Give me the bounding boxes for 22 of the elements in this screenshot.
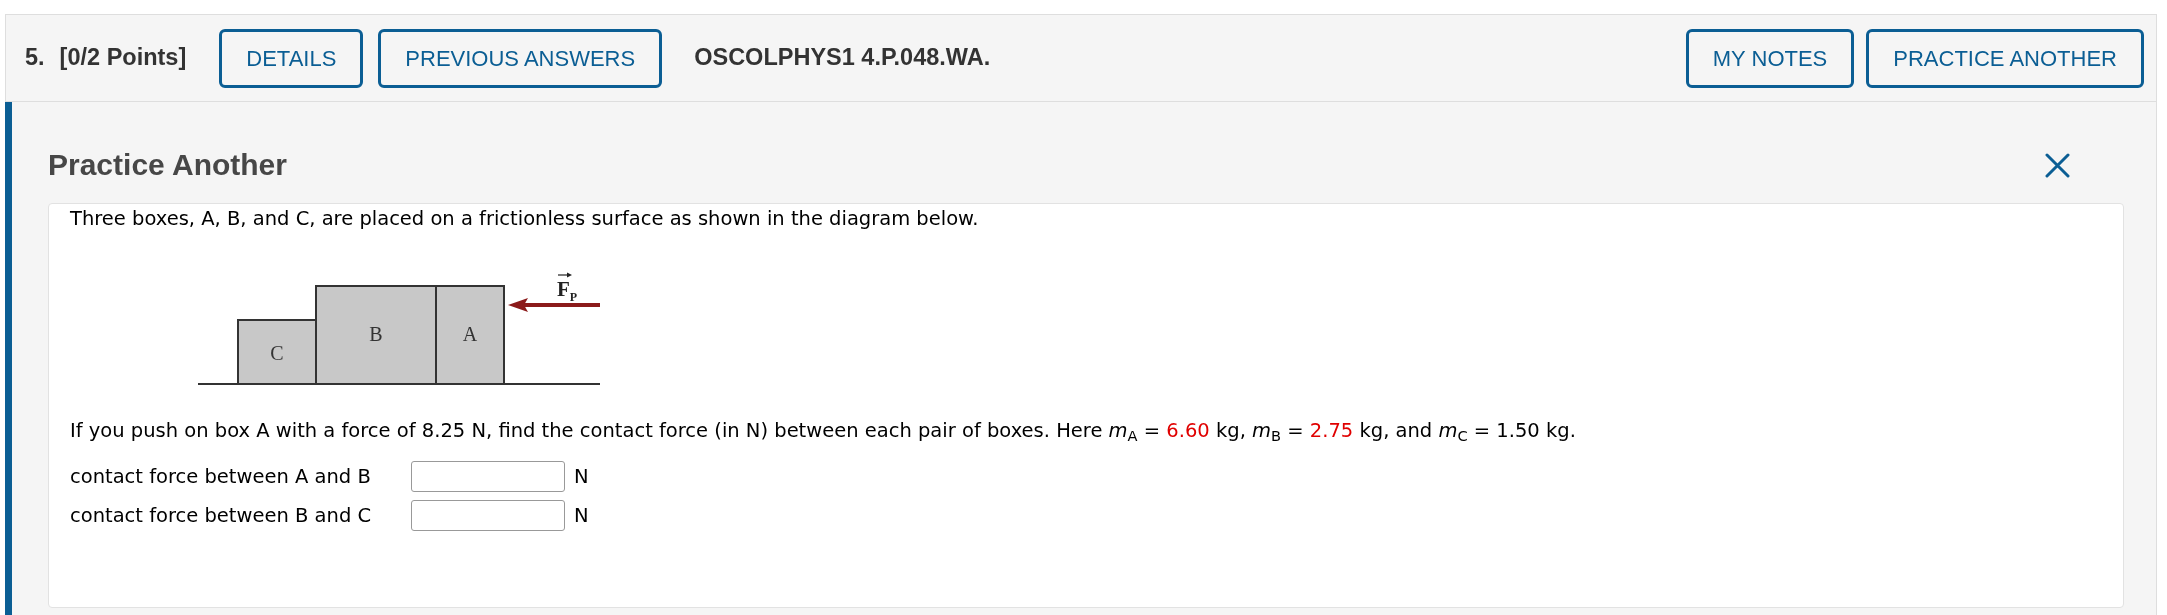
points-label: [0/2 Points] <box>59 43 187 73</box>
unit-label: N <box>574 502 589 529</box>
block-label: B <box>369 323 383 345</box>
answer-label: contact force between A and B <box>70 463 372 490</box>
header-button[interactable]: DETAILS <box>219 28 364 88</box>
header-button[interactable]: PREVIOUS ANSWERS <box>378 28 663 88</box>
answer-field[interactable] <box>411 500 565 531</box>
answer-field[interactable] <box>411 461 565 492</box>
block-label: A <box>462 323 478 345</box>
question-code: OSCOLPHYS1 4.P.048.WA. <box>694 43 991 73</box>
header-button[interactable]: PRACTICE ANOTHER <box>1866 28 2144 88</box>
close-icon[interactable] <box>2045 152 2070 178</box>
answer-label: contact force between B and C <box>70 502 373 529</box>
unit-label: N <box>574 463 589 490</box>
intro-text: Three boxes, A, B, and C, are placed on a frictionless surface as shown in the diagram below. <box>70 207 980 231</box>
vector-arrow-icon <box>557 272 572 278</box>
header-button[interactable]: MY NOTES <box>1685 28 1855 88</box>
panel-title: Practice Another <box>48 147 287 183</box>
force-label: F$_{P}$ <box>557 277 578 304</box>
question-text: If you push on box A with a force of 8.25 N, find the contact force (in N) between each pair of boxes. Here m$_{A}$ = 6.60 kg, m$_{B}$ = 2.75 kg, and m$_{C}$ = 1.50 kg. <box>70 419 1577 443</box>
block-label: C <box>270 342 284 364</box>
question-number: 5. <box>25 43 45 73</box>
